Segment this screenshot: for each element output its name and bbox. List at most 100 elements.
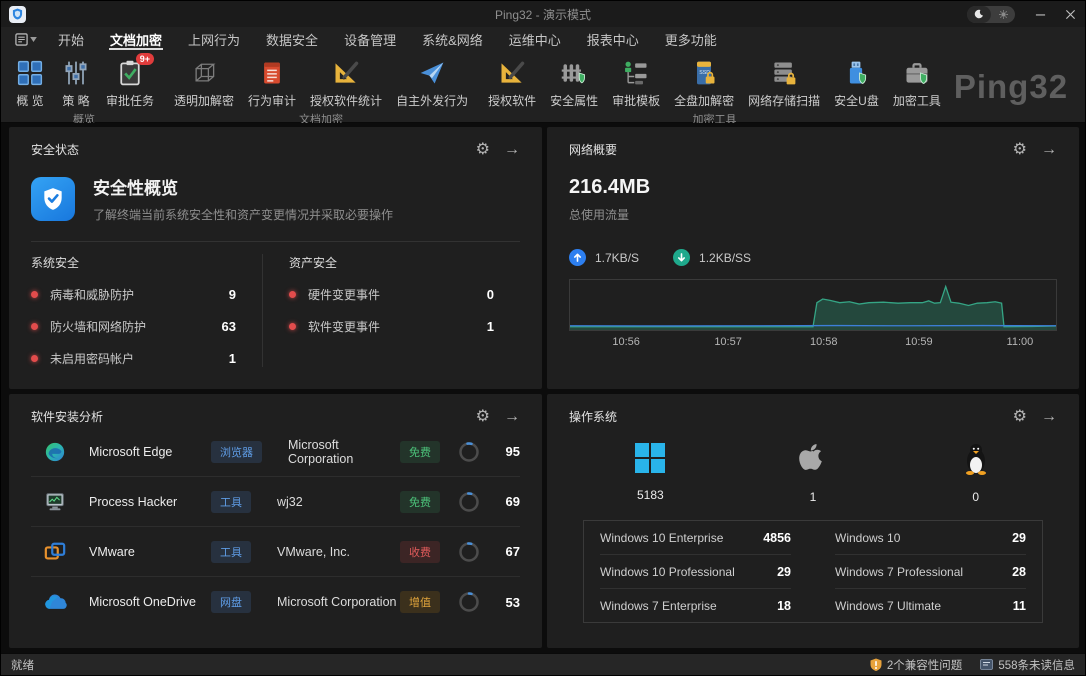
compatibility-issues[interactable]: 2个兼容性问题: [870, 657, 962, 673]
ribbon-transparent-encryption-button[interactable]: 透明加解密: [167, 51, 241, 111]
open-panel-arrow-icon[interactable]: →: [504, 142, 520, 158]
status-ready-text: 就绪: [11, 657, 34, 673]
chart-tick-label: 10:58: [810, 336, 838, 348]
software-analysis-card: 软件安装分析 ⚙ → Microsoft Edge 浏览器 Microsoft …: [9, 394, 542, 648]
alert-dot-icon: [31, 355, 38, 362]
warning-shield-icon: [870, 658, 882, 671]
security-item[interactable]: 病毒和威胁防护 9: [31, 286, 262, 303]
ribbon-secure-usb-button[interactable]: 安全U盘: [827, 51, 886, 111]
panel-title-security: 安全状态: [31, 141, 79, 158]
panel-title-os: 操作系统: [569, 408, 617, 425]
os-table-row: Windows 7 Enterprise 18: [600, 589, 791, 622]
policy-sliders-icon: [60, 57, 92, 89]
score-ring: [458, 591, 480, 613]
score-ring: [458, 491, 480, 513]
panel-title-network: 网络概要: [569, 141, 617, 158]
price-badge: 免费: [400, 491, 440, 513]
chart-tick-label: 11:00: [1007, 336, 1034, 348]
settings-gear-icon[interactable]: ⚙: [1013, 142, 1027, 158]
ribbon-group-overview: 概 览 策 略 9+ 审批任务 概览: [7, 51, 161, 122]
light-mode-sun-icon[interactable]: [991, 6, 1015, 23]
authorized-software-icon: [496, 57, 528, 89]
chart-tick-label: 10:57: [714, 336, 742, 348]
software-row[interactable]: Microsoft OneDrive 网盘 Microsoft Corporat…: [31, 577, 520, 627]
ribbon-security-attributes-button[interactable]: 安全属性: [543, 51, 605, 111]
ribbon-group-encryption-tools: 授权软件 安全属性 审批模板 SSD: [481, 51, 948, 122]
ribbon-behavior-audit-button[interactable]: 行为审计: [241, 51, 303, 111]
dashboard: 安全状态 ⚙ → 安全性概览 了解终端当前系统安全性和资产变更情况并采取必要操作: [1, 123, 1085, 653]
ribbon-authorized-software-stats-button[interactable]: 授权软件统计: [303, 51, 389, 111]
settings-gear-icon[interactable]: ⚙: [1013, 409, 1027, 425]
minimize-button[interactable]: [1025, 1, 1055, 27]
tab-more-features[interactable]: 更多功能: [652, 27, 730, 51]
dark-mode-moon-icon[interactable]: [967, 6, 991, 23]
tab-report-center[interactable]: 报表中心: [574, 27, 652, 51]
linux-tux-icon: [964, 443, 988, 480]
onedrive-app-icon: [43, 590, 67, 614]
behavior-audit-list-icon: [256, 57, 288, 89]
ribbon-authorized-software-button[interactable]: 授权软件: [481, 51, 543, 111]
ribbon-full-disk-encryption-button[interactable]: SSD 全盘加解密: [667, 51, 741, 111]
tab-system-network[interactable]: 系统&网络: [409, 27, 496, 51]
ribbon-approval-template-button[interactable]: 审批模板: [605, 51, 667, 111]
settings-gear-icon[interactable]: ⚙: [476, 409, 490, 425]
approval-template-icon: [620, 57, 652, 89]
security-item[interactable]: 硬件变更事件 0: [289, 286, 520, 303]
ribbon-toolbar: 概 览 策 略 9+ 审批任务 概览: [1, 51, 1085, 123]
score-ring: [458, 541, 480, 563]
network-overview-card: 网络概要 ⚙ → 216.4MB 总使用流量 1.7KB/S: [547, 127, 1079, 389]
category-badge: 工具: [211, 491, 251, 513]
software-row[interactable]: Process Hacker 工具 wj32 免费 69: [31, 477, 520, 527]
encryption-tools-briefcase-icon: [901, 57, 933, 89]
alert-dot-icon: [31, 291, 38, 298]
message-icon: [980, 659, 993, 670]
close-button[interactable]: [1055, 1, 1085, 27]
security-item[interactable]: 未启用密码帐户 1: [31, 350, 262, 367]
security-item[interactable]: 软件变更事件 1: [289, 318, 520, 335]
tab-home[interactable]: 开始: [45, 27, 97, 51]
main-menu-icon[interactable]: [7, 27, 45, 51]
network-traffic-chart: [569, 279, 1057, 331]
open-panel-arrow-icon[interactable]: →: [1041, 142, 1057, 158]
ribbon-encryption-tools-button[interactable]: 加密工具: [886, 51, 948, 111]
ribbon-self-outgoing-button[interactable]: 自主外发行为: [389, 51, 475, 111]
tab-ops-center[interactable]: 运维中心: [496, 27, 574, 51]
alert-dot-icon: [289, 323, 296, 330]
price-badge: 免费: [400, 441, 440, 463]
transparent-encryption-cube-icon: [188, 57, 220, 89]
operating-systems-card: 操作系统 ⚙ → 5183 1: [547, 394, 1079, 648]
divider: [31, 241, 520, 242]
security-overview-title: 安全性概览: [93, 174, 393, 199]
tab-web-behavior[interactable]: 上网行为: [175, 27, 253, 51]
software-row[interactable]: Microsoft Edge 浏览器 Microsoft Corporation…: [31, 427, 520, 477]
unread-messages[interactable]: 558条未读信息: [980, 657, 1075, 673]
settings-gear-icon[interactable]: ⚙: [476, 142, 490, 158]
app-logo-icon: [9, 6, 26, 23]
theme-toggle[interactable]: [967, 6, 1015, 23]
platform-linux: 0: [894, 443, 1057, 504]
tab-device-management[interactable]: 设备管理: [331, 27, 409, 51]
menu-bar: 开始 文档加密 上网行为 数据安全 设备管理 系统&网络 运维中心 报表中心 更…: [1, 27, 1085, 51]
chart-tick-label: 10:56: [612, 336, 640, 348]
overview-grid-icon: [14, 57, 46, 89]
price-badge: 增值: [400, 591, 440, 613]
chart-tick-label: 10:59: [905, 336, 933, 348]
ribbon-approval-tasks-button[interactable]: 9+ 审批任务: [99, 51, 161, 111]
security-item[interactable]: 防火墙和网络防护 63: [31, 318, 262, 335]
network-chart-svg: [570, 280, 1056, 330]
category-badge: 工具: [211, 541, 251, 563]
open-panel-arrow-icon[interactable]: →: [504, 409, 520, 425]
secure-usb-icon: [840, 57, 872, 89]
ribbon-network-storage-scan-button[interactable]: 网络存储扫描: [741, 51, 827, 111]
tab-data-security[interactable]: 数据安全: [253, 27, 331, 51]
software-score: 67: [492, 544, 520, 559]
ribbon-overview-button[interactable]: 概 览: [7, 51, 53, 111]
software-row[interactable]: VMware 工具 VMware, Inc. 收费 67: [31, 527, 520, 577]
open-panel-arrow-icon[interactable]: →: [1041, 409, 1057, 425]
full-disk-encryption-ssd-icon: SSD: [688, 57, 720, 89]
tab-document-encryption[interactable]: 文档加密: [97, 27, 175, 51]
ribbon-policy-button[interactable]: 策 略: [53, 51, 99, 111]
os-version-table: Windows 10 Enterprise 4856 Windows 10 29…: [583, 520, 1043, 623]
security-overview-desc: 了解终端当前系统安全性和资产变更情况并采取必要操作: [93, 206, 393, 223]
security-attributes-fence-icon: [558, 57, 590, 89]
